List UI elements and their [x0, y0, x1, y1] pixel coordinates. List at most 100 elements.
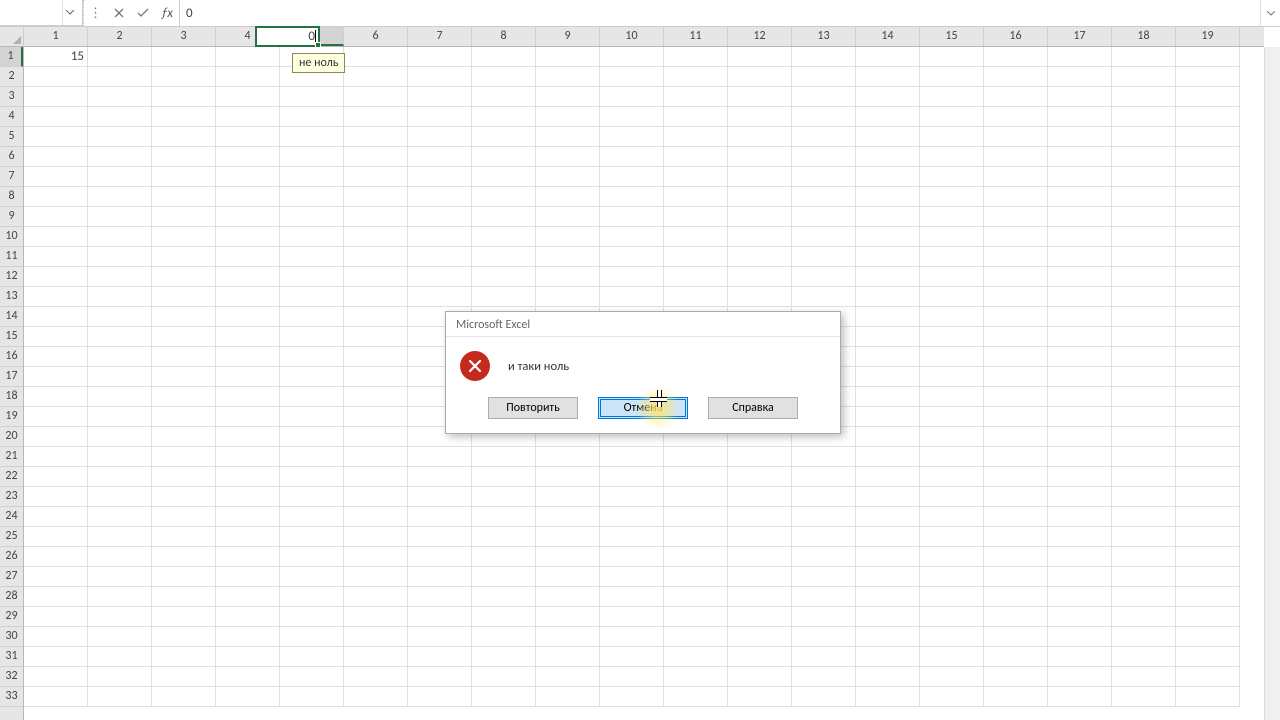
cell[interactable] — [88, 567, 152, 587]
confirm-icon[interactable] — [131, 0, 155, 26]
cell[interactable] — [1048, 247, 1112, 267]
cell[interactable] — [152, 227, 216, 247]
cell[interactable] — [216, 547, 280, 567]
cell[interactable] — [1176, 267, 1240, 287]
cell[interactable] — [728, 67, 792, 87]
cell[interactable] — [536, 67, 600, 87]
cell[interactable] — [472, 527, 536, 547]
cell[interactable] — [984, 67, 1048, 87]
cell[interactable] — [344, 667, 408, 687]
cell[interactable] — [408, 647, 472, 667]
cell[interactable] — [408, 487, 472, 507]
cell[interactable] — [792, 147, 856, 167]
row-header[interactable]: 22 — [0, 467, 23, 487]
row-header[interactable]: 30 — [0, 627, 23, 647]
cell[interactable] — [472, 67, 536, 87]
cell[interactable] — [344, 627, 408, 647]
cell[interactable] — [1048, 227, 1112, 247]
cell[interactable] — [88, 507, 152, 527]
cell[interactable] — [1176, 167, 1240, 187]
cell[interactable] — [88, 667, 152, 687]
row-header[interactable]: 8 — [0, 187, 23, 207]
cell[interactable] — [792, 467, 856, 487]
cell[interactable] — [1048, 267, 1112, 287]
cell[interactable] — [408, 527, 472, 547]
cell[interactable] — [88, 467, 152, 487]
cell[interactable] — [408, 87, 472, 107]
cell[interactable] — [344, 407, 408, 427]
cell[interactable] — [88, 267, 152, 287]
cell[interactable] — [24, 367, 88, 387]
cell[interactable] — [344, 647, 408, 667]
row-header[interactable]: 27 — [0, 567, 23, 587]
cell[interactable] — [856, 87, 920, 107]
cell[interactable] — [88, 227, 152, 247]
cell[interactable] — [1048, 587, 1112, 607]
cell[interactable] — [152, 127, 216, 147]
cell[interactable] — [216, 87, 280, 107]
cell[interactable] — [88, 647, 152, 667]
cell[interactable] — [216, 107, 280, 127]
cell[interactable] — [856, 427, 920, 447]
cell[interactable] — [984, 247, 1048, 267]
cell[interactable] — [152, 347, 216, 367]
cell[interactable] — [280, 447, 344, 467]
cell[interactable] — [1176, 667, 1240, 687]
cell[interactable] — [88, 487, 152, 507]
cell[interactable] — [728, 187, 792, 207]
cell[interactable] — [792, 287, 856, 307]
column-header[interactable]: 3 — [152, 27, 216, 46]
column-header[interactable]: 10 — [600, 27, 664, 46]
cell[interactable] — [280, 567, 344, 587]
cell[interactable] — [472, 287, 536, 307]
cell[interactable] — [600, 47, 664, 67]
cell[interactable] — [856, 207, 920, 227]
row-header[interactable]: 18 — [0, 387, 23, 407]
cell[interactable] — [1048, 47, 1112, 67]
cell[interactable] — [1176, 527, 1240, 547]
cell[interactable] — [152, 387, 216, 407]
cell[interactable] — [920, 247, 984, 267]
cell[interactable] — [1112, 107, 1176, 127]
cell[interactable] — [344, 547, 408, 567]
cell[interactable] — [1112, 87, 1176, 107]
cell[interactable] — [792, 647, 856, 667]
cell[interactable]: 15 — [24, 47, 88, 67]
cell[interactable] — [216, 527, 280, 547]
cell[interactable] — [472, 467, 536, 487]
cell[interactable] — [408, 687, 472, 707]
cell[interactable] — [984, 427, 1048, 447]
cell[interactable] — [728, 547, 792, 567]
cell[interactable] — [24, 647, 88, 667]
cell[interactable] — [1048, 387, 1112, 407]
formula-expand-icon[interactable] — [1260, 0, 1280, 26]
cell[interactable] — [152, 307, 216, 327]
cell[interactable] — [216, 427, 280, 447]
cell[interactable] — [792, 87, 856, 107]
cell[interactable] — [600, 107, 664, 127]
cell[interactable] — [472, 587, 536, 607]
cell[interactable] — [984, 587, 1048, 607]
cell[interactable] — [728, 667, 792, 687]
cell[interactable] — [536, 507, 600, 527]
cell[interactable] — [24, 187, 88, 207]
cell[interactable] — [792, 547, 856, 567]
cell[interactable] — [536, 667, 600, 687]
cell[interactable] — [24, 167, 88, 187]
cell[interactable] — [600, 647, 664, 667]
cell[interactable] — [1176, 147, 1240, 167]
cell[interactable] — [664, 287, 728, 307]
cell[interactable] — [600, 147, 664, 167]
cell[interactable] — [664, 627, 728, 647]
cell[interactable] — [920, 527, 984, 547]
cell[interactable] — [344, 187, 408, 207]
cell[interactable] — [728, 447, 792, 467]
cell[interactable] — [216, 507, 280, 527]
cell[interactable] — [216, 147, 280, 167]
cell[interactable] — [24, 487, 88, 507]
cell[interactable] — [856, 467, 920, 487]
cell[interactable] — [88, 627, 152, 647]
cell[interactable] — [984, 107, 1048, 127]
cell[interactable] — [856, 227, 920, 247]
name-box-dropdown-icon[interactable] — [62, 0, 76, 25]
